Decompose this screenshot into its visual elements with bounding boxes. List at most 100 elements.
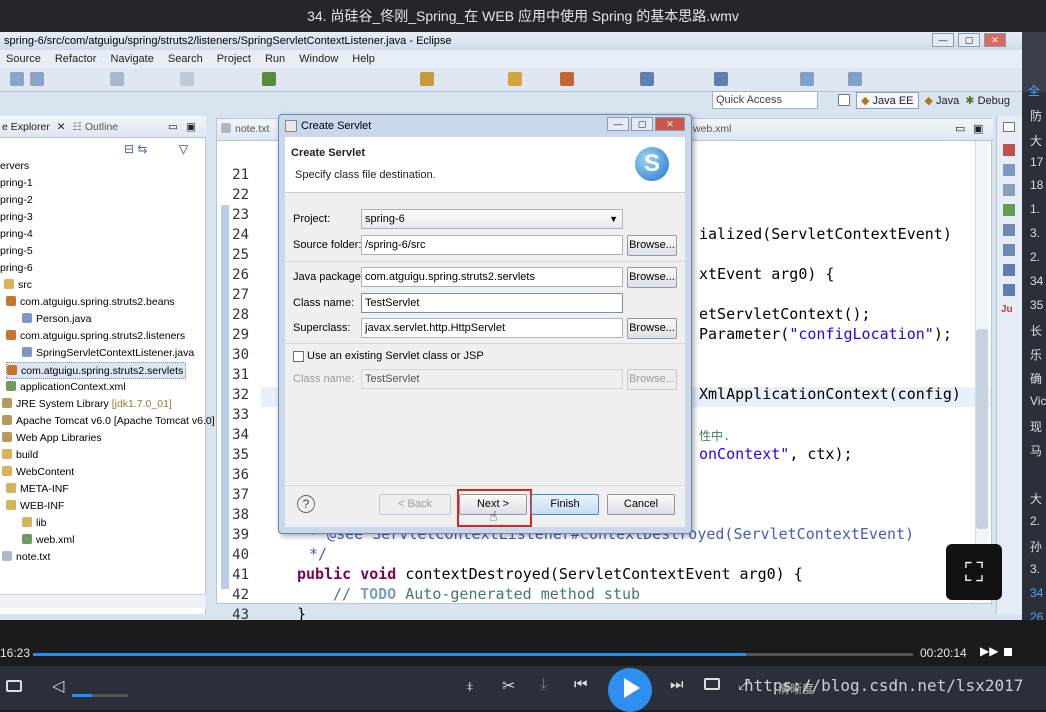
perspective-debug[interactable]: ✱ Debug — [965, 94, 1010, 107]
tab-outline[interactable]: Outline — [85, 121, 118, 133]
code-line[interactable]: } — [297, 605, 306, 620]
tree-item[interactable]: WebContent — [16, 466, 74, 478]
tab-note-txt[interactable]: note.txt — [221, 123, 269, 135]
code-line[interactable]: xtEvent arg0) { — [699, 265, 834, 283]
toolbar-icon[interactable] — [640, 72, 654, 86]
playlist-item[interactable]: 35 — [1030, 298, 1043, 312]
tree-item[interactable]: Web App Libraries — [16, 432, 102, 444]
tree-item[interactable]: pring-1 — [0, 177, 33, 189]
close-icon[interactable]: ✕ — [57, 121, 66, 133]
playlist-item[interactable]: 马 — [1030, 442, 1042, 459]
tree-item[interactable]: note.txt — [16, 551, 50, 563]
toolbar-icon[interactable] — [1003, 204, 1015, 216]
toolbar-icon[interactable] — [508, 72, 522, 86]
minimize-button[interactable]: — — [932, 33, 954, 47]
tree-item[interactable]: pring-4 — [0, 228, 33, 240]
undo-icon[interactable] — [110, 72, 124, 86]
playlist-item[interactable]: 2. — [1030, 514, 1040, 528]
menu-project[interactable]: Project — [217, 50, 251, 68]
tree-item[interactable]: ervers — [0, 160, 29, 172]
project-select[interactable]: spring-6 ▼ — [361, 209, 623, 229]
tree-item[interactable]: pring-5 — [0, 245, 33, 257]
playlist-item[interactable]: 3. — [1030, 226, 1040, 240]
perspective-java-ee[interactable]: ◆ Java EE — [856, 91, 919, 109]
link-editor-icon[interactable]: ⇆ — [137, 142, 147, 156]
mini-window-icon[interactable] — [704, 678, 720, 690]
dialog-minimize-button[interactable]: — — [607, 117, 629, 131]
download-icon[interactable]: ⤓ — [540, 676, 547, 694]
toolbar-icon[interactable] — [1003, 184, 1015, 196]
previous-icon[interactable]: ⏮ — [574, 676, 588, 693]
toolbar-icon[interactable] — [10, 72, 24, 86]
tree-item[interactable]: JRE System Library — [16, 398, 109, 410]
tree-item[interactable]: src — [18, 279, 32, 291]
toolbar-icon[interactable] — [1003, 144, 1015, 156]
tree-item-selected[interactable]: com.atguigu.spring.struts2.servlets — [21, 365, 183, 377]
tree-item[interactable]: pring-6 — [0, 262, 33, 274]
playlist-item[interactable]: 长 — [1030, 322, 1042, 339]
maximize-button[interactable]: ▢ — [958, 33, 980, 47]
tree-item[interactable]: applicationContext.xml — [20, 381, 126, 393]
menu-navigate[interactable]: Navigate — [110, 50, 153, 68]
java-package-input[interactable]: com.atguigu.spring.struts2.servlets — [361, 267, 623, 287]
tree-item[interactable]: com.atguigu.spring.struts2.listeners — [20, 330, 185, 342]
tree-item[interactable]: SpringServletContextListener.java — [36, 347, 194, 359]
close-button[interactable]: ✕ — [984, 33, 1006, 47]
debug-icon[interactable] — [262, 72, 276, 86]
toolbar-icon[interactable] — [1003, 164, 1015, 176]
code-line[interactable]: public void contextDestroyed(ServletCont… — [297, 565, 803, 583]
use-existing-checkbox[interactable] — [293, 351, 304, 362]
javadoc-line[interactable]: */ — [309, 545, 327, 563]
toolbar-icon[interactable] — [180, 72, 194, 86]
dialog-maximize-button[interactable]: ▢ — [631, 117, 653, 131]
toolbar-icon[interactable] — [1003, 244, 1015, 256]
scissors-icon[interactable]: ✂ — [502, 676, 515, 696]
playlist-item[interactable]: 3. — [1030, 562, 1040, 576]
help-icon[interactable]: ? — [297, 495, 315, 513]
source-folder-browse-button[interactable]: Browse... — [627, 235, 677, 256]
minimize-view-icon[interactable]: ▭ — [168, 116, 178, 138]
menu-source[interactable]: Source — [6, 50, 41, 68]
playlist-item[interactable]: 孙 — [1030, 538, 1042, 555]
forward-nav-icon[interactable] — [848, 72, 862, 86]
playlist-item[interactable]: Vic — [1030, 394, 1046, 408]
playlist-item[interactable]: 大 — [1030, 490, 1042, 507]
source-folder-input[interactable]: /spring-6/src — [361, 235, 623, 255]
collapse-all-icon[interactable]: ⊟ — [124, 142, 134, 156]
scrollbar-thumb[interactable] — [976, 329, 988, 529]
code-line[interactable]: XmlApplicationContext(config) — [699, 385, 961, 403]
back-button[interactable]: < Back — [379, 494, 451, 515]
menu-search[interactable]: Search — [168, 50, 203, 68]
minimize-view-icon[interactable]: ▭ — [955, 122, 965, 135]
folder-open-icon[interactable] — [6, 680, 22, 692]
tree-item[interactable]: Apache Tomcat v6.0 [Apache Tomcat v6.0] — [16, 415, 215, 427]
explorer-scrollbar[interactable] — [0, 594, 206, 608]
java-package-browse-button[interactable]: Browse... — [627, 267, 677, 288]
toolbar-icon[interactable] — [1003, 284, 1015, 296]
settings-sliders-icon[interactable]: ⧧ — [466, 678, 474, 695]
code-line[interactable]: ialized(ServletContextEvent) — [699, 225, 952, 243]
open-perspective-icon[interactable] — [838, 94, 850, 106]
tree-item[interactable]: lib — [36, 517, 47, 529]
class-name-input[interactable]: TestServlet — [361, 293, 623, 313]
toolbar-icon[interactable] — [1003, 224, 1015, 236]
maximize-view-icon[interactable]: ▣ — [973, 122, 983, 135]
playlist-item[interactable]: 17 — [1030, 155, 1043, 169]
tree-item[interactable]: web.xml — [36, 534, 75, 546]
panel-tab[interactable]: 全 — [1028, 82, 1040, 99]
perspective-java[interactable]: ◆ Java — [925, 94, 960, 107]
maximize-view-icon[interactable]: ▣ — [186, 116, 196, 138]
back-nav-icon[interactable] — [800, 72, 814, 86]
tree-item[interactable]: com.atguigu.spring.struts2.beans — [20, 296, 175, 308]
next-track-icon[interactable]: ▶▶ — [980, 644, 998, 658]
toolbar-icon[interactable] — [1003, 264, 1015, 276]
volume-icon[interactable]: ◁ — [52, 676, 64, 696]
playlist-item-current[interactable]: 34 — [1030, 586, 1043, 600]
quick-access-input[interactable]: Quick Access — [712, 91, 818, 109]
playlist-item[interactable]: 确 — [1030, 370, 1042, 387]
superclass-input[interactable]: javax.servlet.http.HttpServlet — [361, 318, 623, 338]
playlist-item[interactable]: 2. — [1030, 250, 1040, 264]
tree-item[interactable]: build — [16, 449, 38, 461]
finish-button[interactable]: Finish — [531, 494, 599, 515]
code-line[interactable]: // TODO Auto-generated method stub — [333, 585, 640, 603]
